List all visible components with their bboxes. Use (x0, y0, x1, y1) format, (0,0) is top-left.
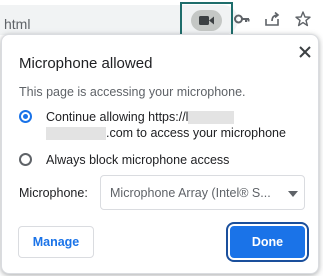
redacted-domain (188, 111, 235, 125)
continue-allowing-radio[interactable] (19, 110, 32, 123)
bubble-title: Microphone allowed (19, 55, 153, 72)
star-icon[interactable] (295, 11, 311, 27)
continue-allowing-label: Continue allowing https://l .com to acce… (46, 110, 286, 141)
camera-indicator-button[interactable] (191, 10, 222, 31)
microphone-select-value: Microphone Array (Intel® S... (110, 186, 271, 200)
always-block-label: Always block microphone access (46, 153, 230, 167)
bubble-description: This page is accessing your microphone. (19, 85, 246, 99)
manage-button[interactable]: Manage (18, 226, 94, 258)
url-text[interactable]: html (4, 16, 30, 32)
share-icon[interactable] (264, 11, 280, 27)
close-icon[interactable] (296, 43, 314, 61)
key-icon[interactable] (234, 11, 250, 27)
camera-icon (199, 16, 214, 25)
microphone-select[interactable]: Microphone Array (Intel® S... (100, 175, 305, 210)
redacted-domain (46, 127, 106, 141)
microphone-label: Microphone: (19, 186, 88, 200)
always-block-radio-row[interactable]: Always block microphone access (19, 153, 299, 169)
always-block-radio[interactable] (19, 153, 32, 166)
continue-allowing-radio-row[interactable]: Continue allowing https://l .com to acce… (19, 110, 299, 144)
chevron-down-icon (288, 191, 298, 197)
done-button[interactable]: Done (230, 226, 305, 258)
microphone-permission-bubble: Microphone allowed This page is accessin… (1, 34, 319, 274)
